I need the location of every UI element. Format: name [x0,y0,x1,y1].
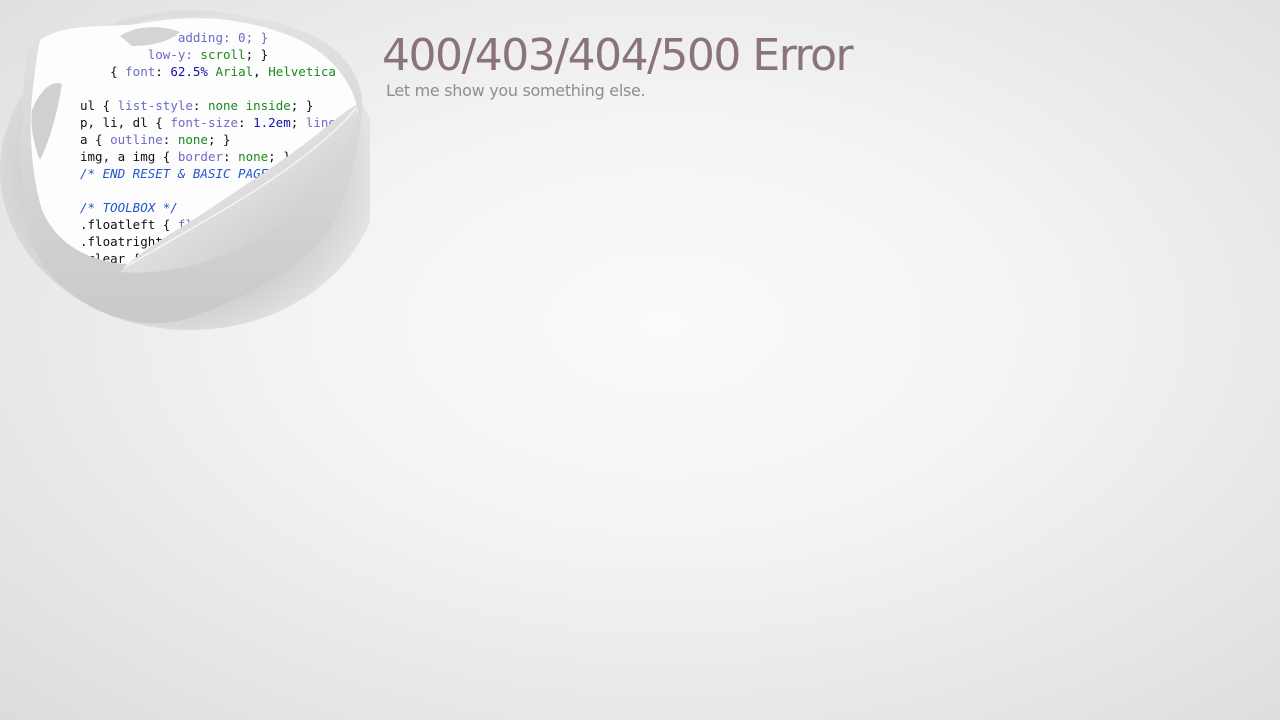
code-token: { [80,64,125,79]
torn-paper-illustration: adding: 0; } low-y: scroll; } { font: 62… [0,0,370,340]
page-title: 400/403/404/500 Error [382,30,854,81]
code-token: none [238,149,268,164]
code-line: img, a img { border: none; } [80,149,291,164]
code-token: ; [291,115,306,130]
code-token: /* END RESET & BASIC PAGE [80,166,269,181]
code-line: low-y: scroll; } [80,47,268,62]
code-line: { font: 62.5% Arial, Helvetica [80,64,336,79]
code-token: none inside [208,98,291,113]
code-token: : [163,132,178,147]
code-token: a { [80,132,110,147]
code-token: list-style [118,98,193,113]
code-token: low-y: [80,47,200,62]
code-token: scroll [200,47,245,62]
code-line: /* TOOLBOX */ [80,200,178,215]
code-token: : [155,64,170,79]
torn-paper-code-icon: adding: 0; } low-y: scroll; } { font: 62… [0,10,370,330]
code-token: p, li, dl { [80,115,170,130]
code-token: img, a img { [80,149,178,164]
code-line: /* END RESET & BASIC PAGE [80,166,269,181]
code-token: .floatright [80,234,163,249]
code-token: .floatleft { [80,217,178,232]
code-token: outline [110,132,163,147]
code-token: ul { [80,98,118,113]
code-token: none [178,132,208,147]
code-line: .floatright [80,234,163,249]
code-token: , [253,64,268,79]
code-token: border [178,149,224,164]
code-token: ; } [208,132,231,147]
code-line: .floatleft { fl [80,217,193,232]
code-token: /* TOOLBOX */ [80,200,178,215]
code-token: font [125,64,155,79]
code-line: ul { list-style: none inside; } [80,98,313,113]
code-token: Helvetica [268,64,336,79]
code-token: : [193,98,208,113]
code-token: : [238,115,253,130]
code-token: ; } [246,47,269,62]
code-line: p, li, dl { font-size: 1.2em; line-h [80,115,351,130]
code-token: 62.5% [170,64,208,79]
code-line: a { outline: none; } [80,132,231,147]
code-token: font-size [170,115,238,130]
code-token: Arial [208,64,253,79]
code-token: ; } [291,98,314,113]
page-subtitle: Let me show you something else. [386,81,646,100]
code-token: : [223,149,238,164]
code-token: 1.2em [253,115,291,130]
